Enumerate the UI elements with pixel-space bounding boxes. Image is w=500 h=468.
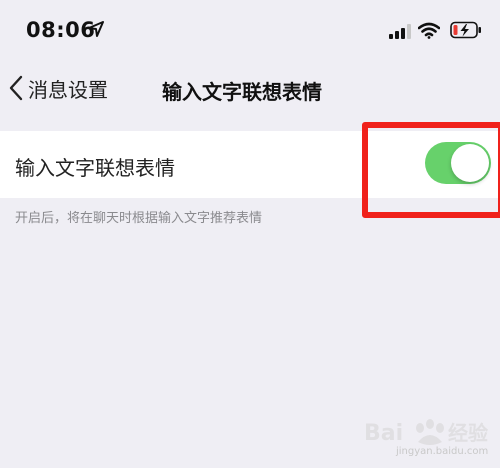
toggle-knob	[451, 144, 489, 182]
wifi-icon	[418, 22, 440, 39]
cellular-signal-icon	[389, 24, 411, 39]
watermark-url: jingyan.baidu.com	[396, 446, 489, 457]
baidu-jingyan-watermark: Bai 经验	[364, 419, 488, 446]
battery-charging-icon	[450, 21, 481, 39]
location-arrow-icon	[88, 21, 104, 37]
svg-text:经验: 经验	[448, 421, 488, 445]
status-bar: 08:06	[0, 0, 500, 56]
setting-label: 输入文字联想表情	[15, 156, 175, 180]
svg-text:Bai: Bai	[364, 421, 403, 446]
nav-bar: 消息设置 输入文字联想表情	[0, 56, 500, 120]
emoji-suggestion-toggle[interactable]	[425, 142, 491, 184]
status-time: 08:06	[26, 18, 96, 42]
setting-footnote: 开启后，将在聊天时根据输入文字推荐表情	[15, 211, 263, 226]
page-title: 输入文字联想表情	[162, 80, 322, 104]
